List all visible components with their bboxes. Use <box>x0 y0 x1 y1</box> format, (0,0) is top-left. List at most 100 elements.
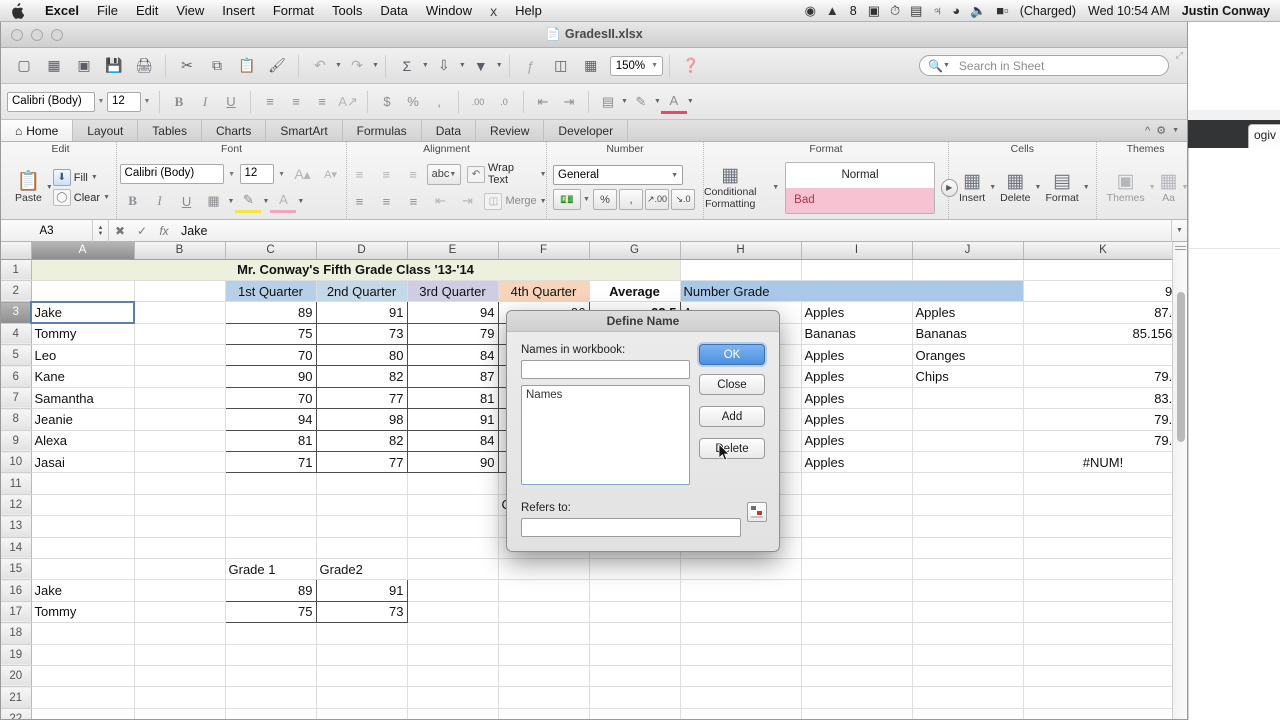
paste-icon[interactable]: 📋 <box>234 53 260 79</box>
cell-b11[interactable] <box>134 472 226 495</box>
cell-b4[interactable] <box>134 323 226 346</box>
cell-i10[interactable]: Apples <box>801 451 913 474</box>
cell-h22[interactable] <box>680 708 802 719</box>
cell-d17[interactable]: 73 <box>315 600 408 624</box>
cell-a3[interactable]: Jake <box>30 300 135 325</box>
cell-b18[interactable] <box>134 622 226 645</box>
cell-j13[interactable] <box>912 515 1024 538</box>
cell-e4[interactable]: 79 <box>406 322 499 346</box>
cell-f15[interactable] <box>498 558 590 581</box>
cell-k3[interactable]: 87.2 <box>1023 301 1184 324</box>
cell-c15-grade1-header[interactable]: Grade 1 <box>225 558 317 581</box>
row-header-9[interactable]: 9 <box>1 430 32 453</box>
currency-dropdown-icon[interactable]: ▼ <box>583 196 590 203</box>
ribbon-decrease-indent-icon[interactable]: ⇤ <box>427 189 453 213</box>
cell-b2[interactable] <box>134 280 226 303</box>
ribbon-increase-decimal-button[interactable]: ↗.00 <box>644 189 669 210</box>
fx-icon[interactable]: fx <box>153 220 175 242</box>
resize-handle-icon[interactable]: ⤢ <box>1176 50 1183 61</box>
cell-a19[interactable] <box>31 644 135 666</box>
currency-format-button[interactable]: 💵 <box>553 189 582 210</box>
fill-color-icon[interactable]: ✎ <box>628 90 654 114</box>
cell-f17[interactable] <box>498 601 590 624</box>
cell-c12[interactable] <box>225 494 317 517</box>
cell-c6[interactable]: 90 <box>224 365 317 388</box>
cell-c9[interactable]: 81 <box>224 429 317 453</box>
cell-e7[interactable]: 81 <box>406 386 499 410</box>
cell-k18[interactable] <box>1023 622 1184 645</box>
cell-c16[interactable]: 89 <box>224 579 317 602</box>
ribbon-fill-color-icon[interactable]: ✎ <box>235 189 262 213</box>
delete-cells-button[interactable]: ▦ Delete <box>996 170 1034 206</box>
cell-a20[interactable] <box>31 665 135 688</box>
cell-f20[interactable] <box>498 665 590 688</box>
cell-i12[interactable] <box>801 494 913 517</box>
column-header-a[interactable]: A <box>31 242 135 260</box>
cell-d14[interactable] <box>316 537 408 559</box>
new-icon[interactable]: ▢ <box>11 53 37 79</box>
row-header-4[interactable]: 4 <box>1 323 32 346</box>
column-header-h[interactable]: H <box>680 242 802 260</box>
cell-c17[interactable]: 75 <box>224 600 317 624</box>
cell-styles-gallery[interactable]: Normal Bad <box>785 161 935 214</box>
cell-d6[interactable]: 82 <box>315 365 408 388</box>
cell-b15[interactable] <box>134 558 226 581</box>
row-header-11[interactable]: 11 <box>1 472 32 495</box>
format-painter-icon[interactable]: 🖌 <box>264 53 290 79</box>
cell-i3[interactable]: Apples <box>801 301 913 324</box>
fill-color-dropdown-icon[interactable]: ▼ <box>654 98 661 105</box>
font-size-dropdown-icon[interactable]: ▼ <box>141 92 153 112</box>
cell-i15[interactable] <box>801 558 913 581</box>
cell-k9[interactable]: 79.7 <box>1023 430 1184 453</box>
cell-f2-q4-header[interactable]: 4th Quarter <box>498 280 590 303</box>
cell-d15-grade2-header[interactable]: Grade2 <box>316 558 408 581</box>
autosum-icon[interactable]: Σ <box>394 53 420 79</box>
tab-review[interactable]: Review <box>476 120 545 141</box>
save-icon[interactable]: 💾 <box>101 53 127 79</box>
cell-g16[interactable] <box>589 579 681 602</box>
cell-h17[interactable] <box>680 601 802 624</box>
decrease-indent-icon[interactable]: ⇤ <box>530 90 556 114</box>
menu-item-view[interactable]: View <box>167 0 213 22</box>
apple-logo-icon[interactable] <box>10 2 25 19</box>
cell-c18[interactable] <box>225 622 317 645</box>
vertical-scrollbar[interactable] <box>1172 242 1187 719</box>
wrap-text-dropdown-icon[interactable]: ▼ <box>540 171 547 178</box>
cell-d5[interactable]: 80 <box>315 344 408 367</box>
cell-d20[interactable] <box>316 665 408 688</box>
close-button-dialog[interactable]: Close <box>699 374 765 395</box>
row-header-22[interactable]: 22 <box>1 708 32 719</box>
themes-dropdown-icon[interactable]: ▼ <box>1149 184 1156 191</box>
save-as-icon[interactable]: ▣ <box>71 53 97 79</box>
delete-dropdown-icon[interactable]: ▼ <box>1035 184 1042 191</box>
bluetooth-icon[interactable]: ♃ <box>927 0 947 22</box>
paste-button[interactable]: 📋 Paste <box>11 170 46 206</box>
font-size-input[interactable]: 12 <box>107 91 141 112</box>
cell-c3[interactable]: 89 <box>224 301 317 324</box>
cell-h2-number-grade-header[interactable]: Number Grade <box>680 280 1024 303</box>
cancel-icon[interactable]: ✖ <box>109 220 131 242</box>
cell-j18[interactable] <box>912 622 1024 645</box>
clear-dropdown-icon[interactable]: ▼ <box>103 194 110 201</box>
align-bottom-icon[interactable]: ≡ <box>400 162 426 186</box>
cell-d11[interactable] <box>316 472 408 495</box>
cell-k2[interactable]: 95 <box>1023 280 1184 303</box>
delete-button[interactable]: Delete <box>699 438 765 459</box>
cell-h20[interactable] <box>680 665 802 688</box>
tab-smartart[interactable]: SmartArt <box>266 120 343 141</box>
align-middle-icon[interactable]: ≡ <box>373 162 399 186</box>
cell-j15[interactable] <box>912 558 1024 581</box>
format-cells-button[interactable]: ▤ Format <box>1041 170 1082 206</box>
grow-font-icon[interactable]: A▴ <box>290 162 316 186</box>
cell-a18[interactable] <box>31 622 135 645</box>
cell-a22[interactable] <box>31 708 135 719</box>
tab-developer[interactable]: Developer <box>544 120 629 141</box>
select-all-corner[interactable] <box>1 242 32 260</box>
cell-b5[interactable] <box>134 344 226 367</box>
ribbon-font-name-dropdown-icon[interactable]: ▼ <box>226 164 238 184</box>
cell-a21[interactable] <box>31 686 135 709</box>
sort-dropdown-icon[interactable]: ▼ <box>459 62 466 69</box>
theme-fonts-dropdown-icon[interactable]: ▼ <box>1182 184 1188 191</box>
cell-k10[interactable]: #NUM! <box>1023 451 1184 474</box>
cell-b3[interactable] <box>134 301 226 324</box>
